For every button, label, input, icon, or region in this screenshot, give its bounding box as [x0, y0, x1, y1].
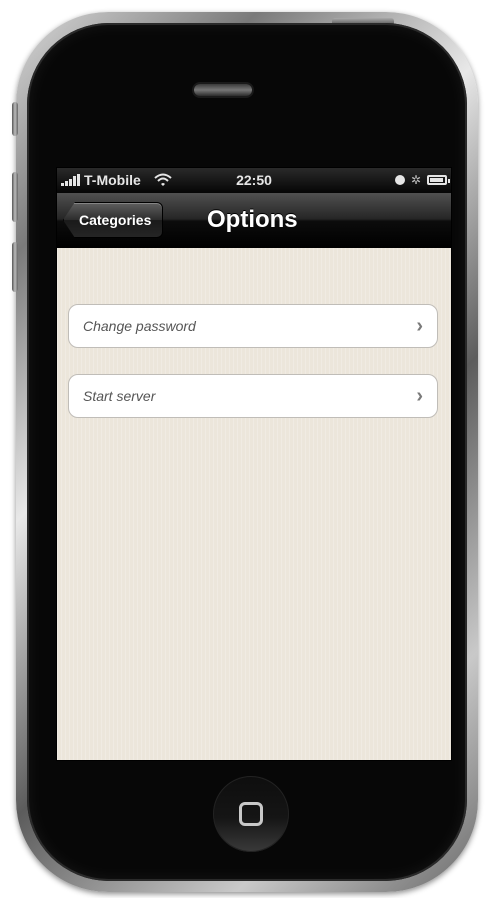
bluetooth-icon: ✲ [410, 173, 421, 187]
volume-down-button [12, 242, 18, 292]
status-time: 22:50 [236, 172, 272, 188]
option-label: Start server [83, 388, 156, 404]
options-list: Change password › Start server › [57, 248, 451, 760]
chevron-right-icon: › [416, 384, 423, 407]
chevron-right-icon: › [416, 314, 423, 337]
navigation-bar: Categories Options [57, 193, 451, 248]
option-change-password[interactable]: Change password › [68, 304, 438, 348]
alarm-clock-icon [394, 175, 405, 185]
battery-charging-icon [427, 175, 450, 185]
home-button-icon [239, 802, 263, 826]
back-button-categories[interactable]: Categories [63, 202, 164, 238]
status-bar: T-Mobile 22:50 ✲ [57, 168, 451, 193]
option-start-server[interactable]: Start server › [68, 374, 438, 418]
earpiece-speaker [194, 84, 252, 96]
device-screen: T-Mobile 22:50 ✲ Categories Options Chan… [57, 168, 451, 760]
option-label: Change password [83, 318, 196, 334]
page-title: Options [207, 206, 298, 233]
volume-up-button [12, 172, 18, 222]
home-button[interactable] [213, 776, 289, 852]
mute-switch [12, 102, 18, 136]
